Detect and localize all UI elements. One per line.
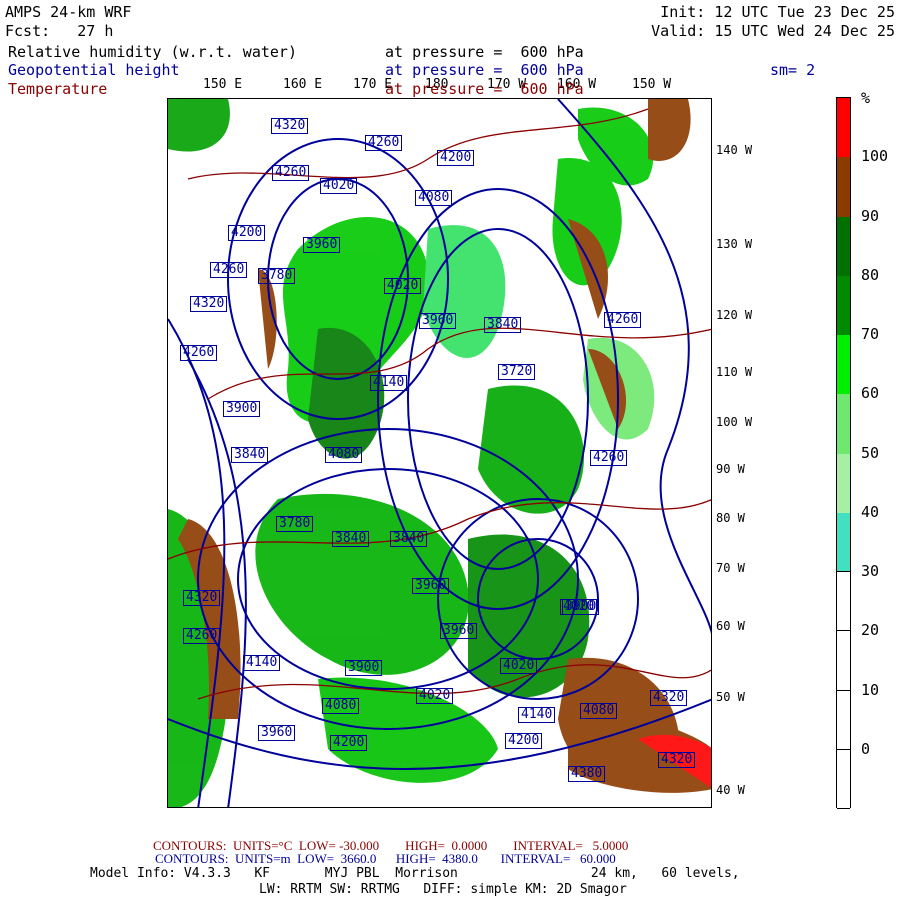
colorbar-swatch <box>837 394 850 454</box>
height-contour-label: 3840 <box>484 317 522 333</box>
height-contour-label: 4140 <box>370 375 408 391</box>
field-rh-level: at pressure = 600 hPa <box>385 43 584 61</box>
field-height-name: Geopotential height <box>8 61 180 79</box>
lat-label: 60 W <box>716 619 745 633</box>
height-contour-label: 4200 <box>330 735 368 751</box>
lat-label: 50 W <box>716 690 745 704</box>
colorbar-label: 80 <box>861 265 880 284</box>
colorbar-swatch <box>837 512 850 572</box>
colorbar-swatch <box>837 98 850 158</box>
colorbar-swatch <box>837 335 850 395</box>
colorbar-label: 50 <box>861 443 880 462</box>
colorbar-swatch <box>837 631 850 691</box>
lat-label: 100 W <box>716 415 753 429</box>
weather-map-figure: AMPS 24-km WRF Fcst: 27 h Init: 12 UTC T… <box>0 0 900 900</box>
height-contour-label: 4080 <box>415 190 453 206</box>
height-contour-label: 4140 <box>243 655 281 671</box>
colorbar-swatch <box>837 690 850 750</box>
lat-label: 140 W <box>716 143 753 157</box>
height-contour-label: 4260 <box>210 262 248 278</box>
height-contour-label: 4260 <box>183 628 221 644</box>
height-contour-label: 3960 <box>258 725 296 741</box>
model-info: Model Info: V4.3.3 KF MYJ PBL Morrison 2… <box>90 866 740 881</box>
height-contour-label: 3960 <box>440 623 478 639</box>
colorbar-label: 100 <box>861 147 889 166</box>
lat-label: 70 W <box>716 561 745 575</box>
lat-label: 110 W <box>716 365 753 379</box>
height-contour-label: 4020 <box>416 688 454 704</box>
height-contour-label: 3780 <box>258 268 296 284</box>
colorbar-swatch <box>837 572 850 632</box>
height-contour-label: 3840 <box>231 447 269 463</box>
lon-label: 160 E <box>283 77 323 92</box>
height-contour-label: 4020 <box>320 178 358 194</box>
height-contour-label: 3960 <box>419 313 457 329</box>
colorbar-unit: % <box>861 89 871 107</box>
colorbar-swatch <box>837 749 850 809</box>
field-temp-name: Temperature <box>8 80 108 98</box>
lat-label: 120 W <box>716 308 753 322</box>
height-contour-label: 3960 <box>303 237 341 253</box>
height-contour-label: 4020 <box>500 658 538 674</box>
physics-info: LW: RRTM SW: RRTMG DIFF: simple KM: 2D S… <box>259 882 627 897</box>
height-contour-label: 4080 <box>580 703 618 719</box>
height-contour-label: 4200 <box>228 225 266 241</box>
smoothing-label: sm= 2 <box>770 61 816 79</box>
height-contour-label: 4200 <box>437 150 475 166</box>
height-contour-label: 4080 <box>325 447 363 463</box>
colorbar-label: 30 <box>861 562 880 580</box>
lon-label: 150 E <box>203 77 243 92</box>
height-contour-label: 3840 <box>332 531 370 547</box>
lat-label: 40 W <box>716 783 745 797</box>
colorbar-swatch <box>837 157 850 217</box>
height-contour-label: 4260 <box>272 165 310 181</box>
colorbar-label: 70 <box>861 325 880 343</box>
height-contour-label: 4320 <box>658 752 696 768</box>
height-contour-label: 3840 <box>390 531 428 547</box>
colorbar-label: 10 <box>861 680 880 699</box>
height-contour-label: 4260 <box>604 312 642 328</box>
height-contour-label: 4320 <box>650 690 688 706</box>
height-contour-label: 3900 <box>223 401 261 417</box>
colorbar-label: 60 <box>861 384 880 403</box>
height-contour-label: 4380 <box>568 766 606 782</box>
height-contour-label: 4320 <box>190 296 228 312</box>
field-height-level: at pressure = 600 hPa <box>385 61 584 79</box>
colorbar <box>836 97 851 809</box>
height-contour-label: 4260 <box>590 450 628 466</box>
model-title: AMPS 24-km WRF <box>5 3 132 21</box>
colorbar-label: 20 <box>861 621 880 640</box>
height-contour-info: CONTOURS: UNITS=m LOW= 3660.0 HIGH= 4380… <box>155 851 616 866</box>
init-time: Init: 12 UTC Tue 23 Dec 25 <box>660 3 895 21</box>
height-contour-label: 4260 <box>180 345 218 361</box>
colorbar-label: 40 <box>861 502 880 521</box>
height-contour-label: 3900 <box>562 599 600 615</box>
height-contour-label: 3960 <box>412 578 450 594</box>
colorbar-swatch <box>837 275 850 335</box>
height-contour-label: 4320 <box>183 590 221 606</box>
lon-label: 150 W <box>632 77 672 92</box>
height-contour-label: 4020 <box>384 278 422 294</box>
colorbar-swatch <box>837 453 850 513</box>
field-rh-name: Relative humidity (w.r.t. water) <box>8 43 297 61</box>
lat-label: 80 W <box>716 511 745 525</box>
colorbar-label: 0 <box>861 739 871 758</box>
field-temp-level: at pressure = 600 hPa <box>385 80 584 98</box>
height-contour-label: 3780 <box>276 516 314 532</box>
colorbar-label: 90 <box>861 206 880 225</box>
height-contour-label: 4200 <box>505 733 543 749</box>
height-contour-label: 4140 <box>518 707 556 723</box>
height-contour-label: 3900 <box>345 660 383 676</box>
height-contour-label: 4080 <box>322 698 360 714</box>
colorbar-swatch <box>837 216 850 276</box>
height-contour-label: 4320 <box>271 118 309 134</box>
valid-time: Valid: 15 UTC Wed 24 Dec 25 <box>651 22 895 40</box>
lat-label: 130 W <box>716 237 753 251</box>
height-contour-label: 3720 <box>498 364 536 380</box>
lat-label: 90 W <box>716 462 745 476</box>
height-contour-label: 4260 <box>365 135 403 151</box>
forecast-hour: Fcst: 27 h <box>5 22 114 40</box>
